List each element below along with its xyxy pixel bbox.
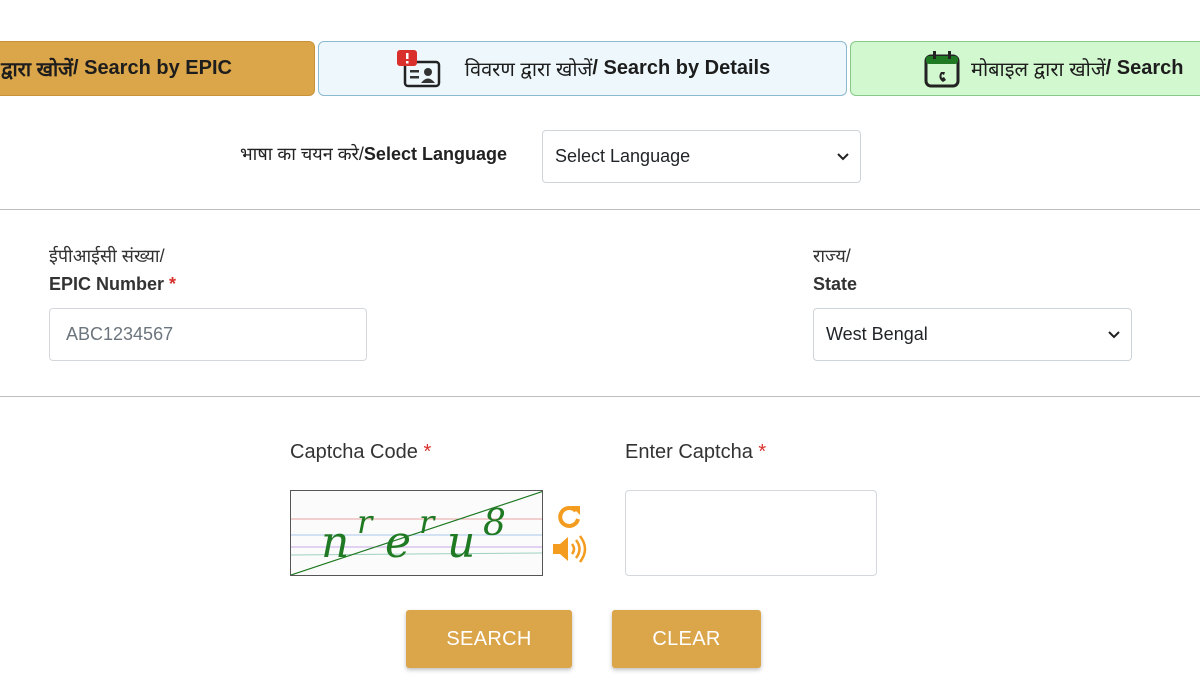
captcha-image: n r e r u 8 <box>290 490 543 576</box>
state-label-hi: राज्य/ <box>813 246 851 266</box>
enter-captcha-label-text: Enter Captcha <box>625 441 753 463</box>
epic-number-value: ABC1234567 <box>66 324 174 344</box>
chevron-down-icon <box>1108 330 1120 338</box>
captcha-graphic: n r e r u 8 <box>291 491 542 575</box>
language-label-en: Select Language <box>363 144 507 164</box>
required-marker: * <box>758 441 767 463</box>
calendar-phone-icon <box>924 51 960 88</box>
captcha-input[interactable] <box>625 490 877 576</box>
epic-number-input[interactable]: ABC1234567 <box>49 308 367 361</box>
captcha-glyph: r <box>419 503 436 541</box>
captcha-code-label-text: Captcha Code <box>290 441 418 463</box>
epic-label-en: EPIC Number * <box>49 274 176 295</box>
state-label-en: State <box>813 274 858 294</box>
tab-details-label-hi: विवरण द्वारा खोजें <box>464 59 593 81</box>
state-select-value: West Bengal <box>826 324 928 344</box>
captcha-glyph: 8 <box>483 503 506 544</box>
captcha-glyph: u <box>447 517 475 568</box>
captcha-glyph: n <box>321 517 349 568</box>
divider <box>0 396 1200 397</box>
epic-label-text: EPIC Number <box>49 274 165 294</box>
id-card-alert-icon <box>397 50 441 88</box>
tab-epic-label-en: / Search by EPIC <box>72 57 232 79</box>
refresh-icon[interactable] <box>555 502 583 530</box>
language-label-hi: भाषा का चयन करे/ <box>240 144 364 164</box>
divider <box>0 209 1200 210</box>
epic-label-hi: ईपीआईसी संख्या/ <box>49 246 165 266</box>
tab-search-by-mobile[interactable]: मोबाइल द्वारा खोजें / Search <box>850 41 1200 96</box>
required-marker: * <box>423 441 432 463</box>
enter-captcha-label: Enter Captcha * <box>625 441 766 464</box>
required-marker: * <box>169 274 177 294</box>
state-select[interactable]: West Bengal <box>813 308 1132 361</box>
language-label: भाषा का चयन करे/Select Language <box>240 142 507 166</box>
captcha-code-label: Captcha Code * <box>290 441 431 464</box>
captcha-glyph: e <box>385 517 411 568</box>
tab-search-by-epic[interactable]: द्वारा खोजें / Search by EPIC <box>0 41 315 96</box>
audio-icon[interactable] <box>551 534 587 564</box>
clear-button[interactable]: CLEAR <box>612 610 761 668</box>
tab-epic-label-hi: द्वारा खोजें <box>1 59 73 81</box>
tab-mobile-label-en: / Search <box>1105 57 1184 79</box>
search-button[interactable]: SEARCH <box>406 610 572 668</box>
tab-search-by-details[interactable]: विवरण द्वारा खोजें / Search by Details <box>318 41 847 96</box>
tab-mobile-label-hi: मोबाइल द्वारा खोजें <box>971 59 1106 81</box>
language-select-value: Select Language <box>555 146 691 166</box>
chevron-down-icon <box>837 152 849 160</box>
language-select[interactable]: Select Language <box>542 130 861 183</box>
captcha-glyph: r <box>357 503 374 541</box>
tab-details-label-en: / Search by Details <box>592 57 771 79</box>
